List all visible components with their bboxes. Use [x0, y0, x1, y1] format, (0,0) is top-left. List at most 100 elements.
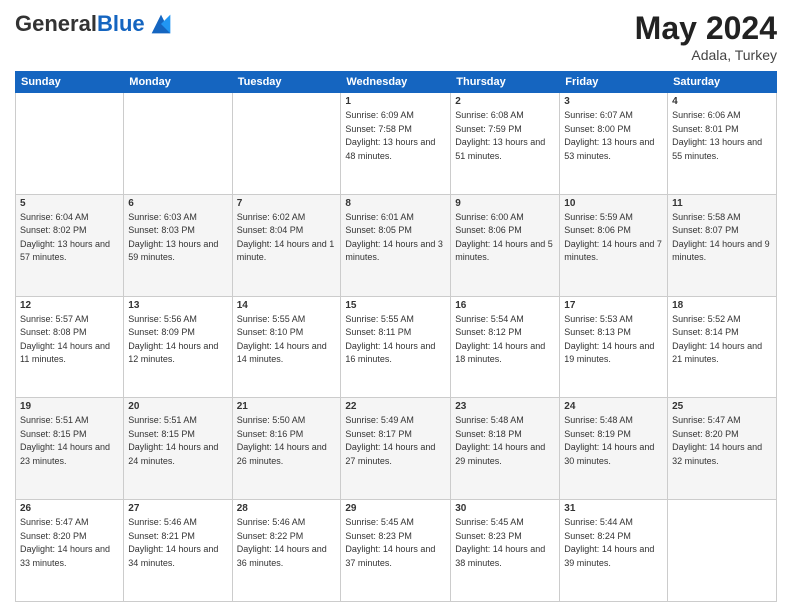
day-number: 5	[20, 198, 119, 209]
calendar-cell: 9 Sunrise: 6:00 AMSunset: 8:06 PMDaylight…	[451, 194, 560, 296]
calendar-cell: 23Sunrise: 5:48 AMSunset: 8:18 PMDayligh…	[451, 398, 560, 500]
weekday-header-row: SundayMondayTuesdayWednesdayThursdayFrid…	[16, 72, 777, 93]
calendar-week-row: 26Sunrise: 5:47 AMSunset: 8:20 PMDayligh…	[16, 500, 777, 602]
calendar-cell: 10 Sunrise: 5:59 AMSunset: 8:06 PMDayligh…	[560, 194, 668, 296]
day-info: Sunrise: 5:58 AMSunset: 8:07 PMDaylight:…	[672, 211, 772, 265]
day-number: 9	[455, 198, 555, 209]
day-number: 15	[345, 300, 446, 311]
calendar-cell: 29 Sunrise: 5:45 AMSunset: 8:23 PMDayligh…	[341, 500, 451, 602]
calendar-cell: 19 Sunrise: 5:51 AMSunset: 8:15 PMDayligh…	[16, 398, 124, 500]
day-number: 30	[455, 503, 555, 514]
calendar-cell: 5 Sunrise: 6:04 AMSunset: 8:02 PMDaylight…	[16, 194, 124, 296]
weekday-header: Sunday	[16, 72, 124, 93]
day-number: 1	[345, 96, 446, 107]
calendar-cell	[668, 500, 777, 602]
day-number: 29	[345, 503, 446, 514]
calendar-cell	[16, 93, 124, 195]
calendar-cell: 18Sunrise: 5:52 AMSunset: 8:14 PMDayligh…	[668, 296, 777, 398]
day-number: 6	[128, 198, 227, 209]
day-info: Sunrise: 6:01 AMSunset: 8:05 PMDaylight:…	[345, 211, 446, 265]
day-number: 14	[237, 300, 337, 311]
day-number: 7	[237, 198, 337, 209]
day-info: Sunrise: 6:07 AMSunset: 8:00 PMDaylight:…	[564, 109, 663, 163]
calendar-week-row: 5 Sunrise: 6:04 AMSunset: 8:02 PMDaylight…	[16, 194, 777, 296]
day-number: 12	[20, 300, 119, 311]
calendar-cell: 1 Sunrise: 6:09 AMSunset: 7:58 PMDaylight…	[341, 93, 451, 195]
day-number: 10	[564, 198, 663, 209]
calendar-cell: 31 Sunrise: 5:44 AMSunset: 8:24 PMDayligh…	[560, 500, 668, 602]
month-title: May 2024	[635, 10, 777, 47]
day-info: Sunrise: 5:45 AMSunset: 8:23 PMDaylight:…	[455, 516, 555, 570]
logo-general-text: GeneralBlue	[15, 12, 145, 36]
day-number: 22	[345, 401, 446, 412]
day-info: Sunrise: 5:49 AMSunset: 8:17 PMDaylight:…	[345, 414, 446, 468]
calendar-cell: 3 Sunrise: 6:07 AMSunset: 8:00 PMDaylight…	[560, 93, 668, 195]
day-number: 31	[564, 503, 663, 514]
day-number: 11	[672, 198, 772, 209]
day-info: Sunrise: 5:52 AMSunset: 8:14 PMDaylight:…	[672, 313, 772, 367]
day-number: 23	[455, 401, 555, 412]
calendar-cell: 24Sunrise: 5:48 AMSunset: 8:19 PMDayligh…	[560, 398, 668, 500]
weekday-header: Thursday	[451, 72, 560, 93]
day-number: 20	[128, 401, 227, 412]
calendar-cell: 22 Sunrise: 5:49 AMSunset: 8:17 PMDayligh…	[341, 398, 451, 500]
calendar-cell: 15Sunrise: 5:55 AMSunset: 8:11 PMDayligh…	[341, 296, 451, 398]
calendar-cell: 8 Sunrise: 6:01 AMSunset: 8:05 PMDaylight…	[341, 194, 451, 296]
day-info: Sunrise: 5:50 AMSunset: 8:16 PMDaylight:…	[237, 414, 337, 468]
weekday-header: Monday	[124, 72, 232, 93]
calendar-cell: 7 Sunrise: 6:02 AMSunset: 8:04 PMDaylight…	[232, 194, 341, 296]
calendar-cell: 16Sunrise: 5:54 AMSunset: 8:12 PMDayligh…	[451, 296, 560, 398]
calendar-cell: 13 Sunrise: 5:56 AMSunset: 8:09 PMDayligh…	[124, 296, 232, 398]
day-info: Sunrise: 5:48 AMSunset: 8:19 PMDaylight:…	[564, 414, 663, 468]
calendar-table: SundayMondayTuesdayWednesdayThursdayFrid…	[15, 71, 777, 602]
day-number: 28	[237, 503, 337, 514]
day-info: Sunrise: 5:56 AMSunset: 8:09 PMDaylight:…	[128, 313, 227, 367]
calendar: SundayMondayTuesdayWednesdayThursdayFrid…	[15, 71, 777, 602]
day-info: Sunrise: 5:47 AMSunset: 8:20 PMDaylight:…	[672, 414, 772, 468]
day-info: Sunrise: 5:53 AMSunset: 8:13 PMDaylight:…	[564, 313, 663, 367]
day-info: Sunrise: 6:03 AMSunset: 8:03 PMDaylight:…	[128, 211, 227, 265]
calendar-cell: 4 Sunrise: 6:06 AMSunset: 8:01 PMDaylight…	[668, 93, 777, 195]
day-info: Sunrise: 5:59 AMSunset: 8:06 PMDaylight:…	[564, 211, 663, 265]
location: Adala, Turkey	[635, 47, 777, 63]
calendar-cell: 26Sunrise: 5:47 AMSunset: 8:20 PMDayligh…	[16, 500, 124, 602]
day-number: 27	[128, 503, 227, 514]
calendar-cell: 11 Sunrise: 5:58 AMSunset: 8:07 PMDayligh…	[668, 194, 777, 296]
calendar-cell: 27Sunrise: 5:46 AMSunset: 8:21 PMDayligh…	[124, 500, 232, 602]
calendar-cell: 6 Sunrise: 6:03 AMSunset: 8:03 PMDaylight…	[124, 194, 232, 296]
calendar-cell: 12Sunrise: 5:57 AMSunset: 8:08 PMDayligh…	[16, 296, 124, 398]
day-info: Sunrise: 5:54 AMSunset: 8:12 PMDaylight:…	[455, 313, 555, 367]
day-info: Sunrise: 6:08 AMSunset: 7:59 PMDaylight:…	[455, 109, 555, 163]
header: GeneralBlue May 2024 Adala, Turkey	[15, 10, 777, 63]
day-info: Sunrise: 6:02 AMSunset: 8:04 PMDaylight:…	[237, 211, 337, 265]
day-number: 26	[20, 503, 119, 514]
day-number: 8	[345, 198, 446, 209]
title-area: May 2024 Adala, Turkey	[635, 10, 777, 63]
logo-icon	[147, 10, 175, 38]
calendar-cell	[124, 93, 232, 195]
weekday-header: Tuesday	[232, 72, 341, 93]
day-info: Sunrise: 5:55 AMSunset: 8:10 PMDaylight:…	[237, 313, 337, 367]
calendar-cell: 25Sunrise: 5:47 AMSunset: 8:20 PMDayligh…	[668, 398, 777, 500]
day-number: 21	[237, 401, 337, 412]
calendar-cell: 14 Sunrise: 5:55 AMSunset: 8:10 PMDayligh…	[232, 296, 341, 398]
day-number: 19	[20, 401, 119, 412]
day-number: 4	[672, 96, 772, 107]
calendar-cell: 21 Sunrise: 5:50 AMSunset: 8:16 PMDayligh…	[232, 398, 341, 500]
day-info: Sunrise: 6:00 AMSunset: 8:06 PMDaylight:…	[455, 211, 555, 265]
day-number: 17	[564, 300, 663, 311]
day-number: 3	[564, 96, 663, 107]
logo: GeneralBlue	[15, 10, 175, 38]
day-info: Sunrise: 5:51 AMSunset: 8:15 PMDaylight:…	[20, 414, 119, 468]
day-info: Sunrise: 5:44 AMSunset: 8:24 PMDaylight:…	[564, 516, 663, 570]
day-info: Sunrise: 6:04 AMSunset: 8:02 PMDaylight:…	[20, 211, 119, 265]
day-info: Sunrise: 6:06 AMSunset: 8:01 PMDaylight:…	[672, 109, 772, 163]
calendar-cell	[232, 93, 341, 195]
weekday-header: Wednesday	[341, 72, 451, 93]
calendar-cell: 2Sunrise: 6:08 AMSunset: 7:59 PMDaylight…	[451, 93, 560, 195]
day-number: 13	[128, 300, 227, 311]
day-info: Sunrise: 5:45 AMSunset: 8:23 PMDaylight:…	[345, 516, 446, 570]
day-info: Sunrise: 6:09 AMSunset: 7:58 PMDaylight:…	[345, 109, 446, 163]
page: GeneralBlue May 2024 Adala, Turkey Sunda…	[0, 0, 792, 612]
day-info: Sunrise: 5:46 AMSunset: 8:22 PMDaylight:…	[237, 516, 337, 570]
